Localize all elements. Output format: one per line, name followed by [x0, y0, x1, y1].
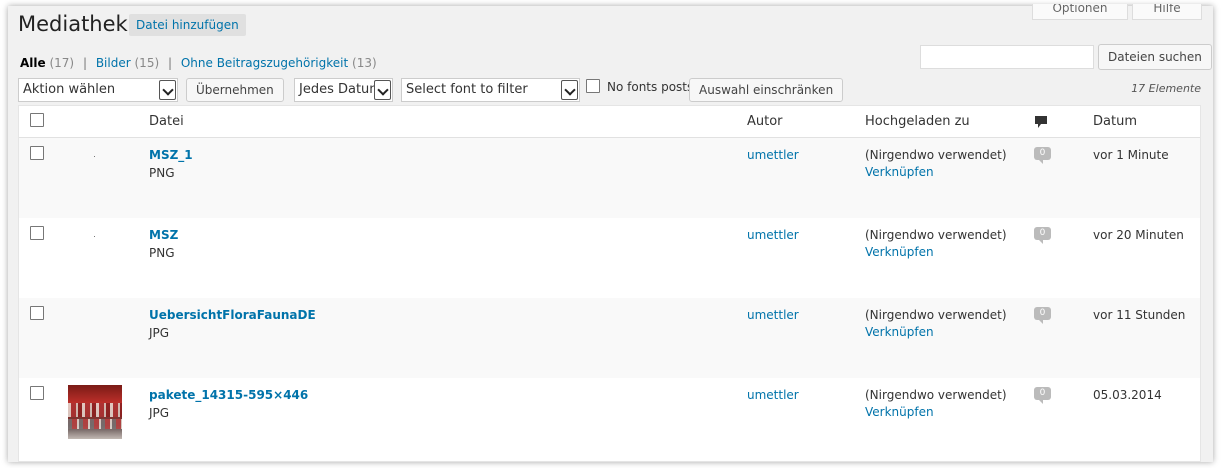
bulk-action-select[interactable]: Aktion wählen [18, 78, 178, 102]
file-type: JPG [149, 406, 170, 420]
filter-images-count: (15) [134, 56, 160, 70]
comment-count-badge[interactable]: 0 [1034, 307, 1051, 324]
chevron-down-icon [159, 80, 176, 100]
date-filter-value: Jedes Datum [299, 82, 382, 97]
table-row: UebersichtFloraFaunaDE JPG umettler (Nir… [19, 298, 1200, 378]
attach-link[interactable]: Verknüpfen [865, 405, 934, 419]
table-row: MSZ_1 PNG umettler (Nirgendwo verwendet)… [19, 138, 1200, 218]
screen-options-label: Optionen [1052, 4, 1108, 15]
author-link[interactable]: umettler [747, 228, 799, 242]
attach-link[interactable]: Verknüpfen [865, 245, 934, 259]
thumbnail-image[interactable] [68, 385, 122, 439]
comment-count-badge[interactable]: 0 [1034, 387, 1051, 404]
search-button[interactable]: Dateien suchen [1098, 44, 1212, 70]
column-uploaded-to[interactable]: Hochgeladen zu [865, 114, 970, 129]
uploaded-to-text: (Nirgendwo verwendet) [865, 228, 1007, 242]
items-count: 17 Elemente [1131, 82, 1201, 95]
file-type: JPG [149, 326, 170, 340]
thumbnail-image[interactable] [94, 156, 95, 157]
help-tab[interactable]: Hilfe [1132, 4, 1202, 20]
thumbnail-image[interactable] [94, 236, 95, 237]
comment-count-badge[interactable]: 0 [1034, 147, 1051, 164]
media-table: Datei Autor Hochgeladen zu Datum MSZ_1 P… [18, 105, 1201, 462]
help-label: Hilfe [1153, 4, 1181, 15]
screen-options-tab[interactable]: Optionen [1032, 4, 1128, 20]
separator: | [82, 56, 87, 70]
file-type: PNG [149, 246, 175, 260]
attach-link[interactable]: Verknüpfen [865, 325, 934, 339]
add-new-file-button[interactable]: Datei hinzufügen [129, 14, 246, 36]
column-author: Autor [747, 114, 783, 129]
filter-button[interactable]: Auswahl einschränken [689, 78, 844, 102]
row-checkbox[interactable] [30, 146, 44, 160]
view-filters: Alle (17) | Bilder (15) | Ohne Beitragsz… [20, 56, 377, 70]
file-type: PNG [149, 166, 175, 180]
column-date[interactable]: Datum [1093, 114, 1137, 129]
apply-button[interactable]: Übernehmen [186, 78, 284, 102]
attach-link[interactable]: Verknüpfen [865, 165, 934, 179]
filter-unattached-count: (13) [352, 56, 377, 70]
row-checkbox[interactable] [30, 226, 44, 240]
author-link[interactable]: umettler [747, 148, 799, 162]
table-header: Datei Autor Hochgeladen zu Datum [19, 106, 1200, 138]
uploaded-to-text: (Nirgendwo verwendet) [865, 388, 1007, 402]
font-filter-value: Select font to filter [406, 82, 528, 97]
row-checkbox[interactable] [30, 386, 44, 400]
filter-all-count: (17) [49, 56, 75, 70]
file-title-link[interactable]: pakete_14315-595×446 [149, 388, 308, 402]
date-text: vor 1 Minute [1093, 148, 1169, 162]
file-title-link[interactable]: MSZ_1 [149, 148, 193, 162]
file-title-link[interactable]: UebersichtFloraFaunaDE [149, 308, 316, 322]
chevron-down-icon [561, 80, 578, 100]
author-link[interactable]: umettler [747, 308, 799, 322]
uploaded-to-text: (Nirgendwo verwendet) [865, 148, 1007, 162]
filter-unattached[interactable]: Ohne Beitragszugehörigkeit [181, 56, 348, 70]
author-link[interactable]: umettler [747, 388, 799, 402]
date-text: vor 11 Stunden [1093, 308, 1186, 322]
table-row: pakete_14315-595×446 JPG umettler (Nirge… [19, 378, 1200, 458]
media-library-panel: Optionen Hilfe Mediathek Datei hinzufüge… [8, 4, 1213, 462]
filter-images[interactable]: Bilder [96, 56, 131, 70]
row-checkbox[interactable] [30, 306, 44, 320]
comment-bubble-icon[interactable] [1034, 115, 1048, 133]
bulk-action-value: Aktion wählen [23, 82, 116, 97]
search-input[interactable] [920, 45, 1094, 69]
comment-count-badge[interactable]: 0 [1034, 227, 1051, 244]
filter-all[interactable]: Alle [20, 56, 46, 70]
date-text: 05.03.2014 [1093, 388, 1162, 402]
file-title-link[interactable]: MSZ [149, 228, 178, 242]
chevron-down-icon [374, 80, 391, 100]
separator: | [167, 56, 173, 70]
page-title: Mediathek [18, 12, 128, 36]
table-row: MSZ PNG umettler (Nirgendwo verwendet) V… [19, 218, 1200, 298]
column-file[interactable]: Datei [149, 114, 184, 129]
date-filter-select[interactable]: Jedes Datum [294, 78, 393, 102]
no-fonts-checkbox[interactable] [586, 79, 600, 93]
no-fonts-label: No fonts posts [607, 80, 694, 94]
date-text: vor 20 Minuten [1093, 228, 1184, 242]
uploaded-to-text: (Nirgendwo verwendet) [865, 308, 1007, 322]
select-all-checkbox[interactable] [30, 113, 44, 127]
font-filter-select[interactable]: Select font to filter [401, 78, 580, 102]
